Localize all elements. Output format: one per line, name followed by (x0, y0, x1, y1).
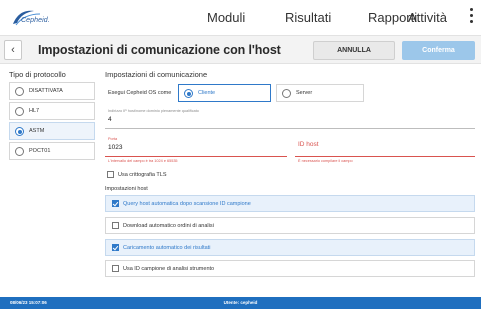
protocol-option-label: POCT01 (29, 148, 51, 154)
protocol-option-label: ASTM (29, 128, 45, 134)
host-option-label: Usa ID campione di analisi strumento (123, 266, 215, 272)
role-option-label: Cliente (198, 90, 216, 96)
status-datetime: 08/06/23 15:07:06 (10, 300, 47, 305)
radio-selected-icon (15, 127, 24, 136)
page-title: Impostazioni di comunicazione con l'host (38, 43, 281, 57)
checkbox-checked-icon (112, 200, 119, 207)
role-option-cliente[interactable]: Cliente (178, 84, 271, 102)
top-nav-bar: Cepheid. Moduli Risultati Rapporti Attiv… (0, 0, 481, 36)
more-menu-icon[interactable] (468, 8, 474, 26)
host-option-label: Query host automatica dopo scansione ID … (123, 201, 251, 207)
radio-selected-icon (184, 89, 193, 98)
host-ip-caption: Indirizzo IP host/nome dominio pienament… (108, 109, 199, 113)
port-caption: Porta (108, 137, 118, 141)
port-error-text: L'intervallo del campo è tra 1024 e 6553… (108, 159, 178, 163)
radio-icon (15, 87, 24, 96)
checkbox-checked-icon (112, 244, 119, 251)
protocol-option-disattivata[interactable]: DISATTIVATA (9, 82, 95, 100)
radio-icon (282, 89, 291, 98)
host-option-instrument-id[interactable]: Usa ID campione di analisi strumento (105, 260, 475, 277)
protocol-heading: Tipo di protocollo (9, 70, 66, 79)
radio-icon (15, 107, 24, 116)
checkbox-icon (112, 222, 119, 229)
port-value: 1023 (108, 144, 123, 151)
nav-attivita[interactable]: Attività (408, 10, 447, 25)
port-field[interactable]: Porta 1023 (105, 135, 287, 157)
cepheid-logo[interactable]: Cepheid. (12, 9, 50, 27)
protocol-option-label: DISATTIVATA (29, 88, 63, 94)
confirm-button[interactable]: Conferma (402, 41, 475, 60)
host-option-label: Download automatico ordini di analisi (123, 223, 214, 229)
host-id-error-text: È necessario compilare il campo (298, 159, 353, 163)
nav-moduli[interactable]: Moduli (207, 10, 245, 25)
logo-text: Cepheid. (21, 17, 50, 24)
radio-icon (15, 147, 24, 156)
host-ip-value: 4 (108, 116, 112, 123)
comm-settings-heading: Impostazioni di comunicazione (105, 70, 208, 79)
back-button[interactable]: ‹ (4, 40, 22, 60)
status-bar: Utente: cepheid 08/06/23 15:07:06 (0, 297, 481, 309)
host-option-auto-query[interactable]: Query host automatica dopo scansione ID … (105, 195, 475, 212)
role-option-server[interactable]: Server (276, 84, 364, 102)
nav-risultati[interactable]: Risultati (285, 10, 331, 25)
host-id-placeholder: ID host (298, 141, 319, 148)
host-option-label: Caricamento automatico dei risultati (123, 245, 211, 251)
tls-label: Usa crittografia TLS (118, 172, 167, 178)
protocol-option-hl7[interactable]: HL7 (9, 102, 95, 120)
protocol-option-label: HL7 (29, 108, 40, 114)
host-settings-heading: Impostazioni host (105, 186, 148, 192)
chevron-left-icon: ‹ (11, 44, 15, 56)
host-id-field[interactable]: ID host (295, 135, 475, 157)
protocol-option-astm[interactable]: ASTM (9, 122, 95, 140)
tls-checkbox[interactable] (107, 171, 114, 178)
cancel-button[interactable]: ANNULLA (313, 41, 395, 60)
status-user: Utente: cepheid (223, 300, 258, 305)
host-option-auto-download[interactable]: Download automatico ordini di analisi (105, 217, 475, 234)
role-option-label: Server (296, 90, 313, 96)
protocol-option-poct01[interactable]: POCT01 (9, 142, 95, 160)
page-titlebar: ‹ Impostazioni di comunicazione con l'ho… (0, 36, 481, 64)
host-ip-field[interactable]: Indirizzo IP host/nome dominio pienament… (105, 107, 475, 129)
checkbox-icon (112, 265, 119, 272)
host-option-auto-upload[interactable]: Caricamento automatico dei risultati (105, 239, 475, 256)
exec-as-label: Esegui Cepheid OS come (108, 90, 172, 96)
